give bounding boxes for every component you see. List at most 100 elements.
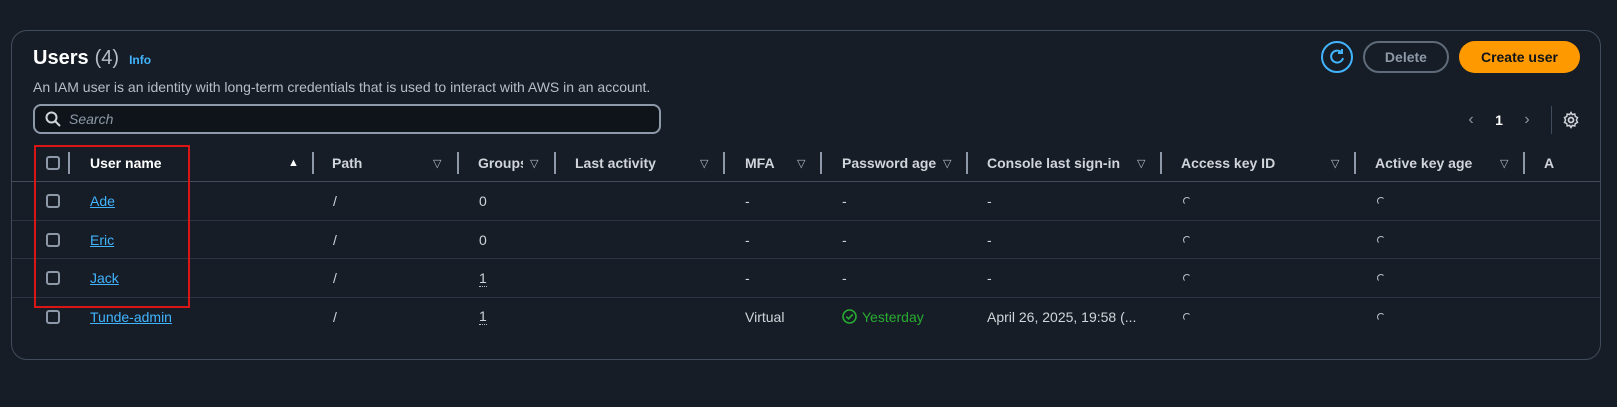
column-divider[interactable]	[1160, 152, 1162, 174]
column-header-console-last-sign-in[interactable]: Console last sign-in	[987, 144, 1137, 182]
row-select-cell	[46, 221, 60, 259]
column-divider[interactable]	[554, 152, 556, 174]
sort-icon[interactable]: ▽	[1500, 144, 1508, 182]
column-header-groups[interactable]: Groups	[478, 144, 523, 182]
user-name-link[interactable]: Tunde-admin	[90, 309, 172, 325]
loading-spinner-icon	[1377, 197, 1385, 205]
loading-spinner-icon	[1377, 274, 1385, 282]
user-name-link[interactable]: Eric	[90, 232, 114, 248]
column-header-user-name[interactable]: User name	[90, 144, 270, 182]
column-header-path[interactable]: Path	[332, 144, 422, 182]
sort-icon[interactable]: ▽	[943, 144, 951, 182]
sort-icon[interactable]: ▽	[1331, 144, 1339, 182]
success-check-icon	[842, 309, 857, 324]
mfa-cell: -	[745, 231, 750, 248]
loading-spinner-icon	[1377, 235, 1385, 244]
next-page-icon[interactable]: ›	[1513, 111, 1541, 129]
table-row: Tunde-admin / 1 Virtual Yesterday April …	[12, 298, 1600, 337]
user-name-link[interactable]: Ade	[90, 193, 115, 209]
create-user-button[interactable]: Create user	[1458, 41, 1580, 73]
select-all-cell	[46, 144, 60, 182]
column-divider[interactable]	[68, 152, 70, 174]
key-age-loading-cell	[1377, 182, 1385, 220]
loading-spinner-icon	[1183, 312, 1191, 321]
key-age-loading-cell	[1377, 298, 1385, 336]
sort-icon[interactable]: ▽	[797, 144, 805, 182]
console-sign-in-cell: -	[987, 231, 992, 248]
header-actions: Delete Create user	[1320, 41, 1580, 73]
console-sign-in-cell: -	[987, 193, 992, 209]
sort-icon[interactable]: ▽	[1137, 144, 1145, 182]
path-cell: /	[333, 193, 337, 209]
refresh-button[interactable]	[1320, 41, 1353, 73]
column-divider[interactable]	[820, 152, 822, 174]
users-table: User name ▲ Path ▽ Groups ▽ Last activit…	[12, 144, 1600, 337]
column-header-last-activity[interactable]: Last activity	[575, 144, 695, 182]
loading-spinner-icon	[1183, 274, 1191, 282]
row-checkbox[interactable]	[46, 271, 60, 285]
table-row: Jack / 1 - - -	[12, 259, 1600, 298]
row-checkbox[interactable]	[46, 232, 60, 247]
sort-icon[interactable]: ▽	[700, 144, 708, 182]
row-checkbox[interactable]	[46, 194, 60, 208]
search-input[interactable]	[69, 111, 629, 127]
info-link[interactable]: Info	[129, 53, 151, 67]
access-key-loading-cell	[1183, 259, 1191, 297]
column-header-access-key-id[interactable]: Access key ID	[1181, 144, 1311, 182]
console-sign-in-cell: April 26, 2025, 19:58 (...	[987, 308, 1137, 325]
column-header-mfa[interactable]: MFA	[745, 144, 795, 182]
loading-spinner-icon	[1377, 312, 1385, 321]
access-key-loading-cell	[1183, 298, 1191, 336]
password-age-cell: Yesterday	[842, 298, 924, 336]
settings-gear-icon[interactable]	[1562, 111, 1580, 129]
column-divider[interactable]	[1354, 152, 1356, 174]
column-divider[interactable]	[966, 152, 968, 174]
groups-cell[interactable]: 1	[479, 270, 487, 287]
column-header-active-key-age[interactable]: Active key age	[1375, 144, 1505, 182]
sort-icon[interactable]: ▽	[530, 144, 538, 182]
search-field[interactable]	[33, 104, 661, 134]
current-page-number[interactable]: 1	[1485, 112, 1513, 128]
access-key-loading-cell	[1183, 182, 1191, 220]
row-select-cell	[46, 182, 60, 220]
column-divider[interactable]	[312, 152, 314, 174]
path-cell: /	[333, 270, 337, 286]
table-row: Ade / 0 - - -	[12, 182, 1600, 221]
mfa-cell: -	[745, 193, 750, 209]
table-header: User name ▲ Path ▽ Groups ▽ Last activit…	[12, 144, 1600, 182]
delete-button[interactable]: Delete	[1362, 41, 1449, 73]
password-age-cell: -	[842, 193, 847, 209]
loading-spinner-icon	[1183, 235, 1191, 244]
password-age-value: Yesterday	[862, 308, 924, 325]
page-title: Users (4) Info	[33, 47, 151, 70]
column-header-password-age[interactable]: Password age	[842, 144, 942, 182]
previous-page-icon[interactable]: ‹	[1457, 111, 1485, 129]
column-divider[interactable]	[1523, 152, 1525, 174]
column-divider[interactable]	[457, 152, 459, 174]
row-checkbox[interactable]	[46, 309, 60, 324]
users-count: (4)	[94, 47, 120, 69]
mfa-cell: -	[745, 270, 750, 286]
groups-cell[interactable]: 1	[479, 308, 487, 325]
password-age-cell: -	[842, 270, 847, 286]
path-cell: /	[333, 231, 337, 248]
column-divider[interactable]	[723, 152, 725, 174]
row-select-cell	[46, 298, 60, 336]
mfa-cell: Virtual	[745, 308, 785, 325]
pagination: ‹ 1 ›	[1457, 105, 1580, 135]
select-all-checkbox[interactable]	[46, 156, 60, 170]
key-age-loading-cell	[1377, 259, 1385, 297]
column-header-truncated[interactable]: A	[1544, 144, 1564, 182]
loading-spinner-icon	[1183, 197, 1191, 205]
groups-cell: 0	[479, 231, 487, 248]
users-description: An IAM user is an identity with long-ter…	[33, 79, 651, 95]
refresh-icon	[1330, 49, 1344, 64]
pager-divider	[1551, 106, 1552, 134]
sort-icon[interactable]: ▽	[433, 144, 441, 182]
table-row: Eric / 0 - - -	[12, 221, 1600, 259]
search-icon	[45, 111, 61, 127]
sort-ascending-icon[interactable]: ▲	[288, 144, 299, 182]
row-select-cell	[46, 259, 60, 297]
users-panel: Users (4) Info An IAM user is an identit…	[11, 30, 1601, 360]
user-name-link[interactable]: Jack	[90, 270, 119, 286]
